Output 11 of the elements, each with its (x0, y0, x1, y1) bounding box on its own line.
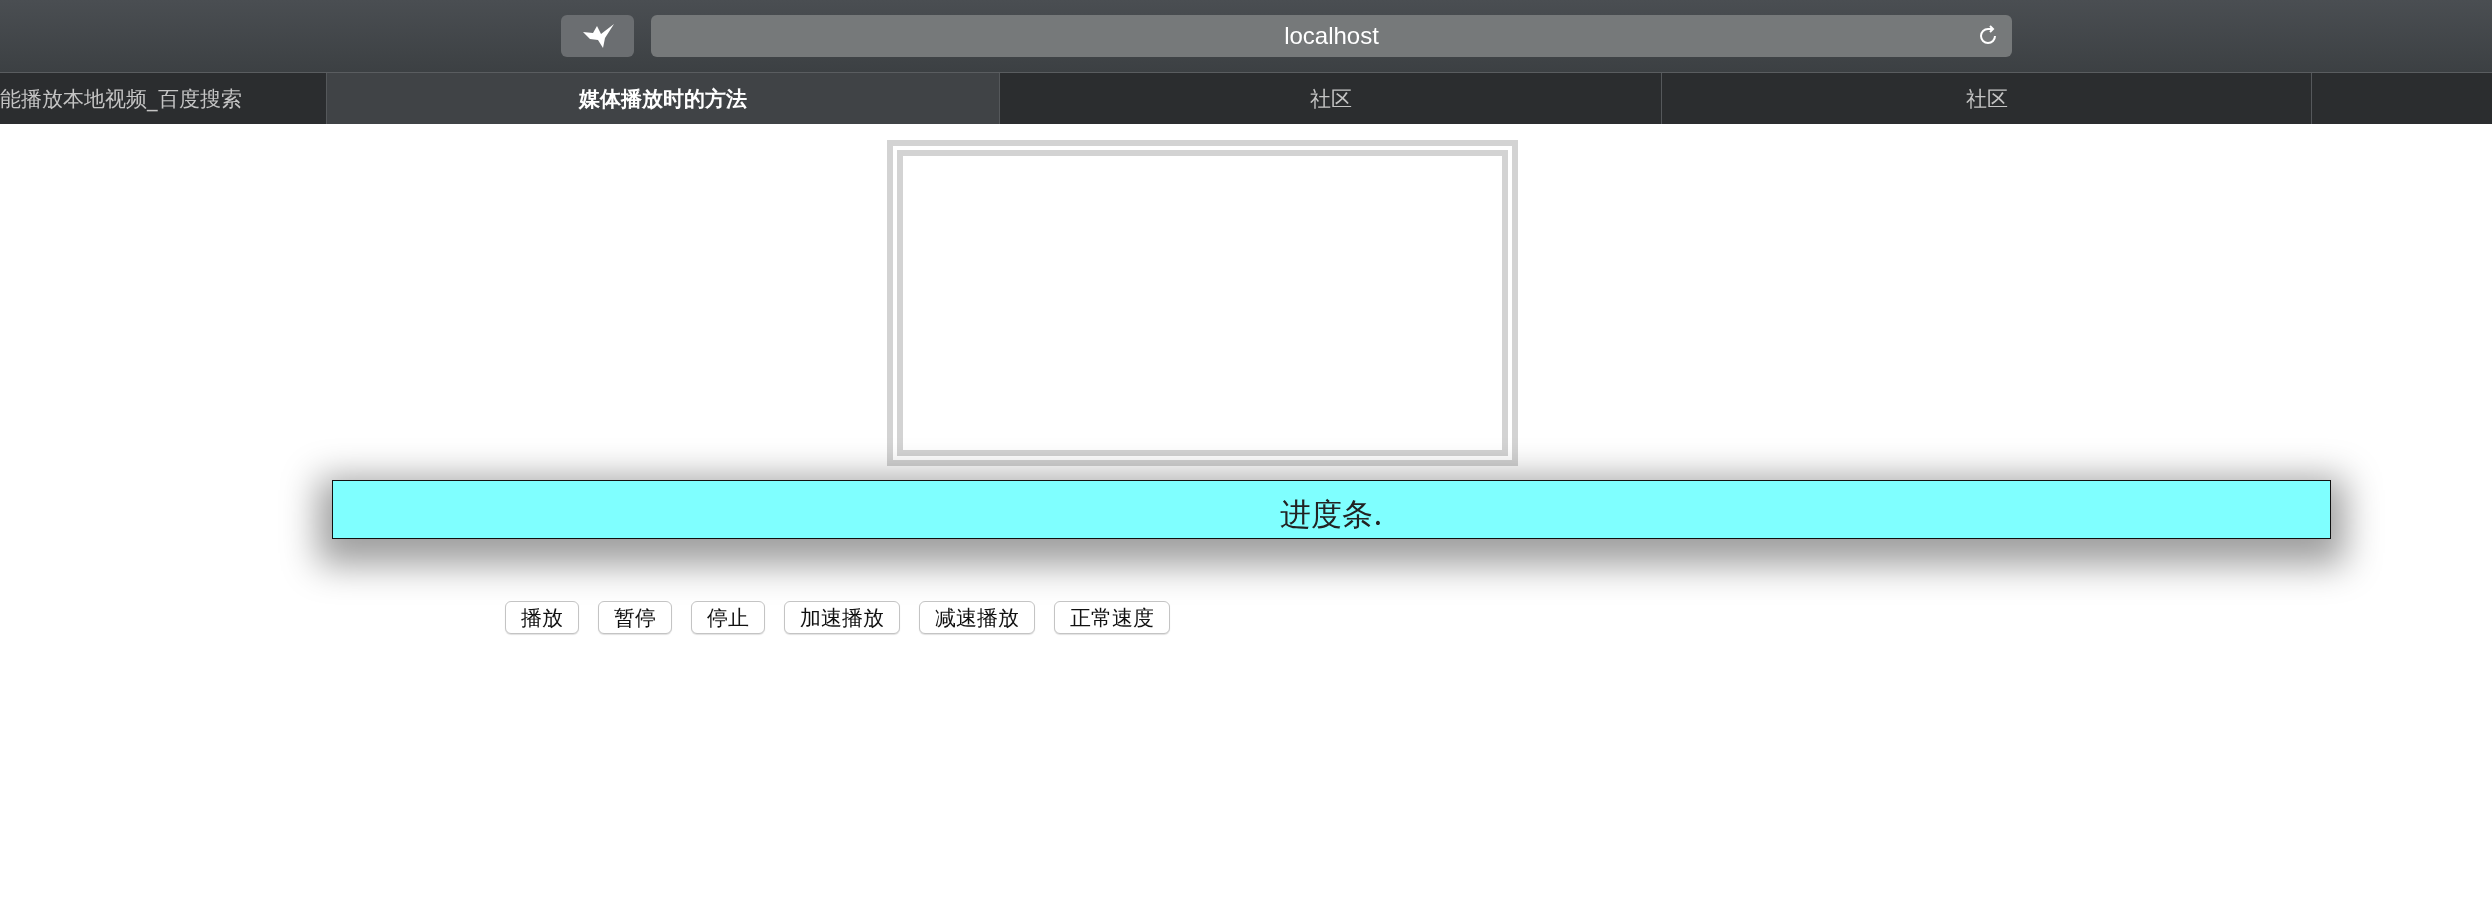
control-button[interactable]: 暂停 (598, 601, 672, 634)
control-button[interactable]: 加速播放 (784, 601, 900, 634)
control-button[interactable]: 播放 (505, 601, 579, 634)
control-button[interactable]: 正常速度 (1054, 601, 1170, 634)
address-bar[interactable]: localhost (651, 15, 2012, 57)
browser-tab[interactable]: 媒体播放时的方法 (327, 73, 1000, 124)
control-button[interactable]: 减速播放 (919, 601, 1035, 634)
browser-tab[interactable]: 能播放本地视频_百度搜索 (0, 73, 327, 124)
bird-button[interactable] (561, 15, 634, 57)
banner-text: 进度条. (1280, 495, 1383, 534)
control-button[interactable]: 停止 (691, 601, 765, 634)
